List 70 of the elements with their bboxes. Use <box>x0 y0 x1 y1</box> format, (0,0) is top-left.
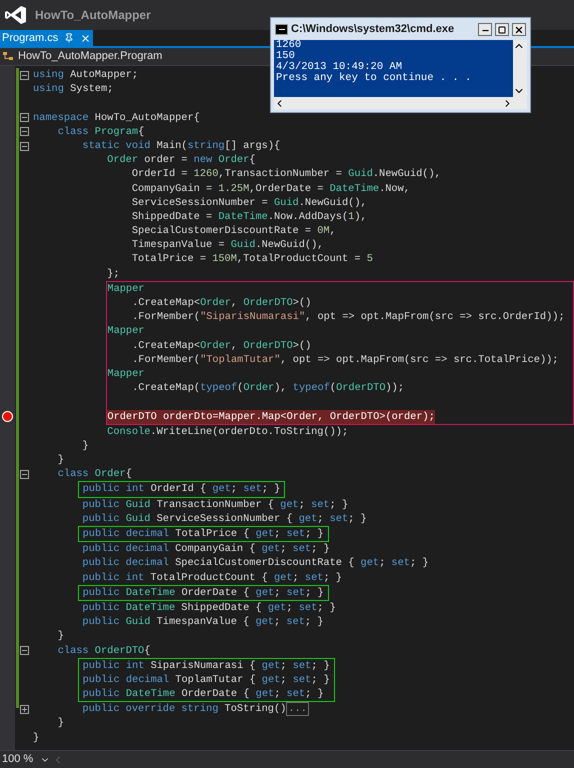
code-line: public override string ToString() ... <box>81 702 309 716</box>
code-line: public decimal CompanyGain { get; set; } <box>81 542 330 556</box>
code-line: public int OrderId { get; set; } <box>82 482 280 497</box>
zoom-dropdown[interactable]: 100 % <box>0 751 52 768</box>
code-line: } <box>56 453 64 468</box>
code-line: public DateTime OrderDate { get; set; } <box>82 586 324 600</box>
code-line: .CreateMap(typeof(Order), typeof(OrderDTO)); <box>131 381 404 396</box>
vertical-scrollbar[interactable] <box>513 40 527 97</box>
code-line: } <box>81 438 89 454</box>
code-line: using AutoMapper; <box>33 68 138 82</box>
console-title: C:\Windows\system32\cmd.exe <box>291 24 456 35</box>
horizontal-scrollbar[interactable] <box>274 97 527 109</box>
code-line: ShippedDate = DateTime.Now.AddDays(1), <box>130 210 367 224</box>
code-line: }; <box>106 266 120 281</box>
code-line: Mapper <box>107 324 144 339</box>
console-output: 1260 150 4/3/2013 10:49:20 AM Press any key to continue . . . <box>274 40 513 97</box>
pin-icon <box>64 33 74 43</box>
code-line: .ForMember("ToplamTutar", opt => opt.MapFrom(src => src.TotalPrice)); <box>131 352 558 367</box>
expand-icon[interactable] <box>20 704 28 714</box>
maximize-button[interactable] <box>495 23 509 36</box>
collapse-icon[interactable] <box>20 113 28 122</box>
code-line: class Program{ <box>56 124 144 139</box>
collapse-icon[interactable] <box>20 646 28 656</box>
code-line: Order order = new Order{ <box>106 153 256 168</box>
code-line: Mapper <box>107 366 144 382</box>
code-line: SpecialCustomerDiscountRate = 0M, <box>130 224 336 238</box>
code-line: } <box>56 716 64 731</box>
code-line: public Guid ServiceSessionNumber { get; set; } <box>81 512 367 526</box>
code-line: public DateTime OrderDate { get; set; } <box>82 687 324 702</box>
code-line: public Guid TransactionNumber { get; set; } <box>81 498 348 512</box>
code-line: Mapper <box>107 282 144 296</box>
code-line: public decimal TotalPrice { get; set; } <box>82 527 324 542</box>
collapse-icon[interactable] <box>20 127 28 136</box>
window-title: HowTo_AutoMapper <box>35 7 151 24</box>
logo-icon <box>5 5 27 25</box>
minimize-button[interactable] <box>478 23 492 36</box>
collapse-icon[interactable] <box>20 70 28 80</box>
terminal-icon <box>275 24 288 35</box>
code-line: public int SiparisNumarasi { get; set; } <box>82 658 330 673</box>
code-line: TimespanValue = Guid.NewGuid(), <box>130 238 324 252</box>
code-line: .CreateMap<Order, OrderDTO>() <box>131 338 312 353</box>
code-line: using System; <box>33 82 114 96</box>
code-line: ServiceSessionNumber = Guid.NewGuid(), <box>130 196 367 210</box>
code-line: public decimal ToplamTutar { get; set; } <box>82 672 330 688</box>
code-line: class Order{ <box>56 467 132 482</box>
code-line: OrderId = 1260,TransactionNumber = Guid.NewGuid(), <box>130 167 441 182</box>
code-line: public Guid TimespanValue { get; set; } <box>81 615 324 630</box>
code-line: .CreateMap<Order, OrderDTO>() <box>131 296 312 310</box>
code-line: public DateTime ShippedDate { get; set; } <box>81 600 336 616</box>
code-line: namespace HowTo_AutoMapper{ <box>33 110 200 125</box>
code-line: public int TotalProductCount { get; set; } <box>81 570 342 585</box>
collapse-icon[interactable] <box>20 142 28 151</box>
code-line: class OrderDTO{ <box>56 644 150 658</box>
code-line: .ForMember("SiparisNumarasi", opt => opt.MapFrom(src => src.OrderId)); <box>131 310 565 324</box>
code-line: CompanyGain = 1.25M,OrderDate = DateTime.Now, <box>130 182 410 196</box>
maximize-icon <box>498 26 506 34</box>
code-line: } <box>56 629 64 644</box>
code-line: static void Main(string[] args){ <box>81 138 280 154</box>
code-line: TotalPrice = 150M,TotalProductCount = 5 <box>130 252 373 267</box>
close-button[interactable] <box>512 23 526 36</box>
collapse-icon[interactable] <box>20 470 28 479</box>
close-icon <box>80 32 92 44</box>
class-icon <box>3 51 15 62</box>
breakpoint-icon[interactable] <box>2 411 13 422</box>
close-icon <box>514 24 524 34</box>
code-line: public decimal SpecialCustomerDiscountRate { get; set; } <box>81 556 429 571</box>
code-line: Console.WriteLine(orderDto.ToString()); <box>106 424 348 439</box>
code-line: } <box>33 730 40 745</box>
file-tab[interactable]: Program.cs <box>0 30 94 46</box>
navigation-path[interactable]: HowTo_AutoMapper.Program <box>18 48 162 65</box>
